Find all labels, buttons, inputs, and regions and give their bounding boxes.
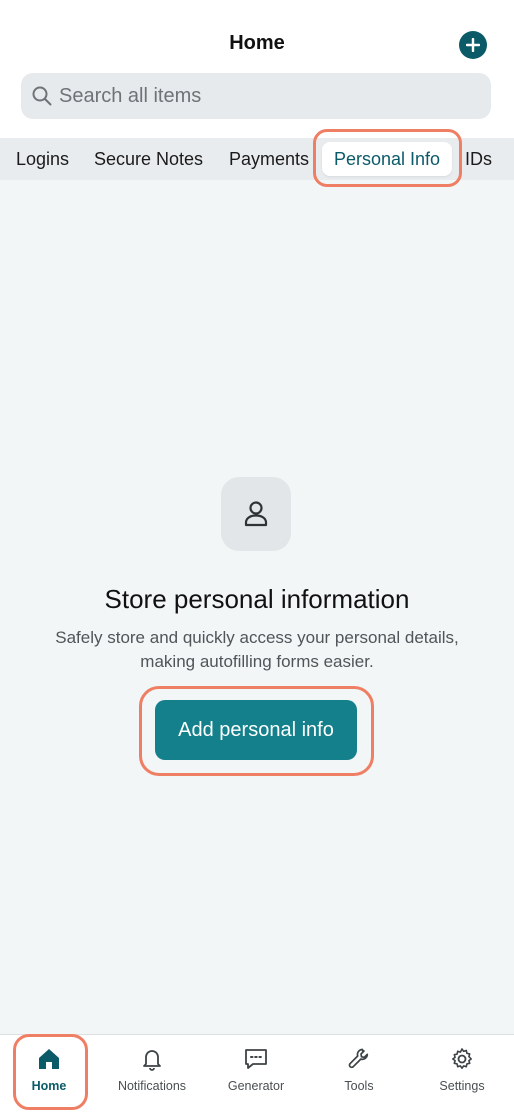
search-placeholder: Search all items: [59, 84, 202, 107]
bottom-navigation: Home Notifications Generator Tools Setti…: [0, 1034, 514, 1120]
nav-settings-label: Settings: [439, 1079, 485, 1093]
empty-state-description: Safely store and quickly access your per…: [55, 628, 459, 671]
add-item-button[interactable]: [459, 31, 487, 59]
category-tabs: Logins Secure Notes Payments Personal In…: [0, 138, 514, 180]
search-icon: [32, 86, 52, 106]
nav-tools[interactable]: Tools: [307, 1035, 411, 1120]
nav-notifications-label: Notifications: [117, 1079, 187, 1093]
tab-logins[interactable]: Logins: [16, 138, 69, 180]
wrench-icon: [348, 1048, 369, 1069]
nav-tools-label: Tools: [344, 1079, 374, 1093]
plus-icon: [466, 38, 480, 52]
chat-icon: [245, 1049, 267, 1069]
empty-state-title: Store personal information: [104, 584, 410, 614]
nav-home[interactable]: Home: [0, 1035, 101, 1120]
nav-settings[interactable]: Settings: [410, 1035, 514, 1120]
gear-icon: [452, 1048, 472, 1069]
tab-secure-notes[interactable]: Secure Notes: [94, 138, 203, 180]
add-personal-info-button[interactable]: Add personal info: [155, 700, 357, 760]
person-icon: [244, 501, 268, 527]
empty-state-icon-container: [221, 477, 291, 551]
app: Home Search all items Logins Secure Note…: [0, 0, 514, 1120]
home-icon: [39, 1049, 59, 1069]
search-input[interactable]: Search all items: [21, 73, 491, 119]
tab-ids[interactable]: IDs: [465, 138, 492, 180]
tab-personal-info[interactable]: Personal Info: [322, 142, 453, 176]
nav-notifications[interactable]: Notifications: [100, 1035, 204, 1120]
nav-generator[interactable]: Generator: [204, 1035, 308, 1120]
page-title: Home: [229, 32, 285, 54]
tab-payments[interactable]: Payments: [229, 138, 309, 180]
nav-generator-label: Generator: [227, 1079, 285, 1093]
nav-home-label: Home: [31, 1079, 67, 1093]
bell-icon: [143, 1050, 161, 1071]
